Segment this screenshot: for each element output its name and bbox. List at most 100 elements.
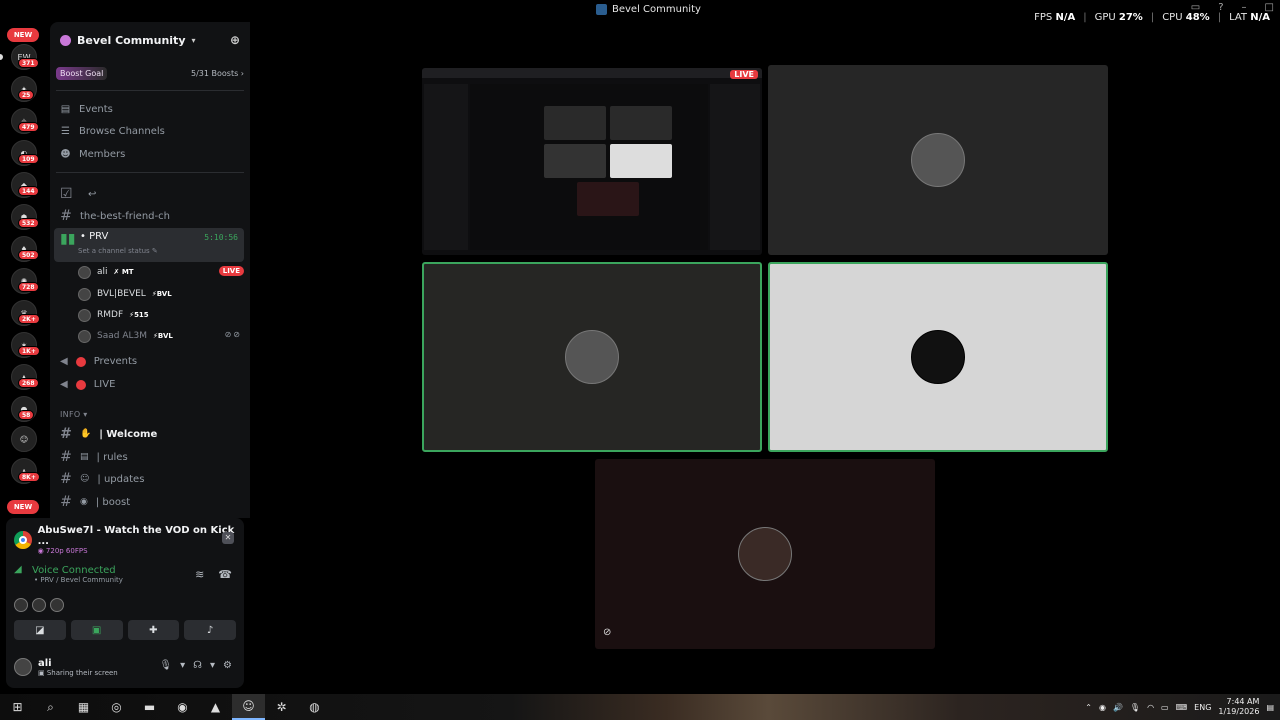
- shared-kick-sidebar: [424, 84, 468, 250]
- voice-channel-prv[interactable]: ▮▮ • PRV 5:10:56 Set a channel status ✎: [54, 228, 244, 262]
- windows-start-icon[interactable]: ⊞: [1, 694, 34, 720]
- record-icon[interactable]: ◉: [1099, 703, 1106, 712]
- store-icon[interactable]: ▦: [67, 694, 100, 720]
- speaker-icon: ◀: [60, 379, 68, 390]
- avatar[interactable]: [32, 598, 46, 612]
- app-icon[interactable]: ◍: [298, 694, 331, 720]
- activities-button[interactable]: ✚: [127, 620, 180, 640]
- channel-boost[interactable]: # ◉ | boost: [54, 492, 244, 512]
- display-icon[interactable]: ▭: [1161, 703, 1169, 712]
- screen-share-button[interactable]: ▣: [70, 620, 123, 640]
- microphone-icon[interactable]: 🎙: [159, 660, 172, 671]
- server-header[interactable]: Bevel Community ▾ ⊕: [60, 30, 242, 50]
- current-user-info[interactable]: ali ▣ Sharing their screen: [38, 658, 118, 677]
- soundboard-button[interactable]: ♪: [184, 620, 236, 640]
- red-dot-icon: [75, 379, 86, 390]
- voice-channel-prevents[interactable]: ◀ Prevents: [60, 356, 137, 367]
- channel-the-best-friend-ch[interactable]: # the-best-friend-ch: [54, 206, 244, 226]
- channel-rules[interactable]: # ▤ | rules: [54, 447, 244, 467]
- cpu-unit: %: [1199, 12, 1210, 23]
- chevron-up-icon[interactable]: ⌃: [1085, 703, 1092, 712]
- boost-goal-label: Boost Goal: [56, 66, 108, 80]
- participant-tile[interactable]: [422, 262, 762, 452]
- camera-off-button[interactable]: ◪: [14, 620, 66, 640]
- channel-updates[interactable]: # ☺ | updates: [54, 469, 244, 489]
- hash-icon: #: [60, 494, 72, 510]
- discord-icon[interactable]: ☺: [232, 694, 265, 720]
- clipboard-icon: ▤: [80, 452, 89, 462]
- speaker-icon: ◀: [60, 356, 68, 367]
- maximize-icon[interactable]: □: [1265, 2, 1274, 13]
- participant-tile[interactable]: ⊘: [595, 459, 935, 649]
- steelseries-icon[interactable]: ✲: [265, 694, 298, 720]
- avatar: [911, 330, 965, 384]
- voice-channel-live[interactable]: ◀ LIVE: [60, 379, 115, 390]
- disconnect-icon[interactable]: ☎: [218, 568, 232, 581]
- search-icon[interactable]: ⌕: [34, 694, 67, 720]
- avatar[interactable]: [14, 598, 28, 612]
- stop-stream-icon[interactable]: ✕: [222, 532, 234, 544]
- cpu-value: 48%: [1186, 12, 1210, 23]
- channel-hidden[interactable]: ☑ ↩: [54, 184, 244, 204]
- checklist-icon: ☑: [60, 186, 73, 202]
- chrome-icon: [14, 531, 32, 549]
- voice-user[interactable]: BVL|BEVEL ⚡BVL: [78, 285, 244, 303]
- file-explorer-icon[interactable]: ▬: [133, 694, 166, 720]
- voice-avatars: [14, 598, 64, 612]
- avatar[interactable]: [50, 598, 64, 612]
- wifi-icon[interactable]: ◠: [1147, 703, 1154, 712]
- clock[interactable]: 7:44 AM 1/19/2026: [1218, 697, 1259, 717]
- inbox-icon[interactable]: ▭: [1191, 2, 1200, 13]
- headphones-icon[interactable]: ☊: [193, 660, 202, 671]
- nav-browse-channels[interactable]: ☰ Browse Channels: [60, 126, 165, 137]
- windows-taskbar: ⊞ ⌕ ▦ ◎ ▬ ◉ ▲ ☺ ✲ ◍ ⌃ ◉ 🔊 🎙 ◠ ▭ ⌨ ENG 7:…: [0, 694, 1280, 720]
- channel-welcome[interactable]: # ✋ | Welcome: [54, 424, 244, 444]
- voice-status-text[interactable]: Voice Connected: [32, 565, 116, 576]
- server-name: Bevel Community: [77, 33, 186, 47]
- voice-user[interactable]: ali ✗ MT LIVE: [78, 263, 244, 281]
- boost-goal-bar[interactable]: Boost Goal 5/31 Boosts ›: [56, 64, 244, 82]
- perf-separator: |: [1083, 12, 1087, 23]
- deafened-icon: ⊘: [603, 627, 612, 638]
- nav-events[interactable]: ▤ Events: [60, 104, 113, 115]
- app-icon[interactable]: ▲: [199, 694, 232, 720]
- voice-user[interactable]: RMDF ⚡515: [78, 306, 244, 324]
- channel-label-text: rules: [103, 451, 128, 463]
- stream-card[interactable]: AbuSwe7l - Watch the VOD on Kick ... ◉ 7…: [6, 522, 244, 558]
- participant-tile[interactable]: [768, 65, 1108, 255]
- perf-separator: |: [1217, 12, 1222, 23]
- settings-gear-icon[interactable]: ⚙: [223, 660, 232, 671]
- nav-members[interactable]: ☻ Members: [60, 149, 125, 160]
- screen-share-tile[interactable]: LIVE: [422, 68, 762, 255]
- notifications-icon[interactable]: ▤: [1266, 703, 1274, 712]
- chrome-icon[interactable]: ◉: [166, 694, 199, 720]
- avatar: [911, 133, 965, 187]
- category-info[interactable]: INFO ▾: [60, 410, 88, 419]
- language-indicator[interactable]: ENG: [1194, 703, 1211, 712]
- user-tag-text: 515: [134, 311, 149, 319]
- microphone-icon[interactable]: 🎙: [1130, 703, 1140, 712]
- avatar[interactable]: [14, 658, 32, 676]
- volume-icon[interactable]: 🔊: [1113, 703, 1123, 712]
- edge-icon[interactable]: ◎: [100, 694, 133, 720]
- help-icon[interactable]: ?: [1218, 2, 1223, 13]
- chevron-down-icon[interactable]: ▾: [210, 660, 215, 671]
- participant-tile[interactable]: [768, 262, 1108, 452]
- minimize-icon[interactable]: –: [1242, 2, 1247, 13]
- signal-icon: ◢: [14, 564, 22, 575]
- noise-suppression-icon[interactable]: ≋: [195, 568, 204, 581]
- keyboard-icon[interactable]: ⌨: [1176, 703, 1188, 712]
- mention-count: 479: [18, 122, 39, 132]
- members-icon: ☻: [60, 149, 71, 160]
- add-member-icon[interactable]: ⊕: [230, 33, 240, 47]
- gpu-readout: GPU 27%: [1095, 12, 1143, 23]
- channel-status[interactable]: Set a channel status ✎: [78, 247, 158, 255]
- voice-user[interactable]: Saad AL3M ⚡BVL ⊘⊘: [78, 327, 244, 345]
- channel-label-text: PRV: [89, 231, 109, 242]
- mention-count: 1K+: [18, 346, 40, 356]
- voice-timer: 5:10:56: [204, 233, 238, 242]
- server-icon[interactable]: ☺: [11, 426, 37, 452]
- chevron-down-icon[interactable]: ▾: [180, 660, 185, 671]
- current-user-status: ▣ Sharing their screen: [38, 668, 118, 677]
- mention-count: 25: [18, 90, 35, 100]
